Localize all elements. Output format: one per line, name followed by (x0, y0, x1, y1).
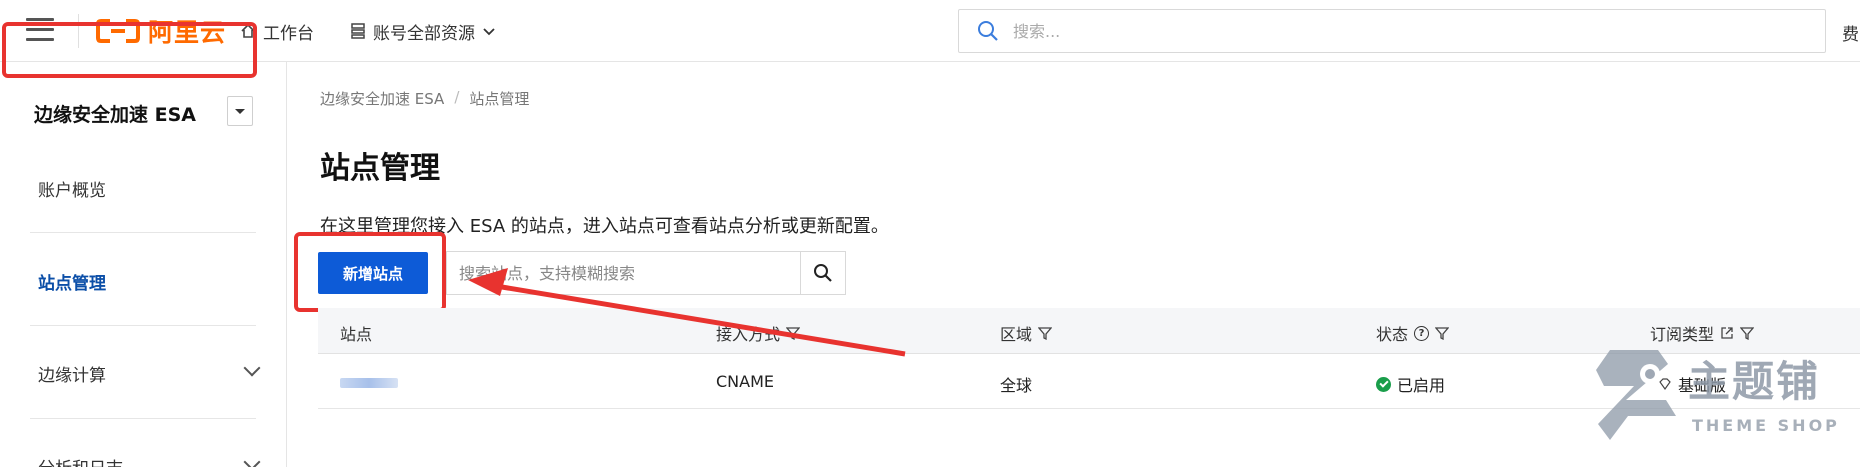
product-selector-highlight (2, 22, 257, 78)
column-header-label: 站点 (340, 325, 373, 344)
column-header-region: 区域 (1000, 321, 1053, 345)
sidebar-item-sites[interactable]: 站点管理 (38, 269, 106, 294)
site-search-button[interactable] (800, 251, 846, 295)
search-icon (814, 264, 832, 282)
top-bar: 阿里云 工作台 账号全部资源 费 (0, 0, 1860, 62)
nav-resources-label: 账号全部资源 (373, 23, 475, 44)
product-name[interactable]: 边缘安全加速 ESA (34, 100, 196, 127)
column-header-site: 站点 (340, 321, 372, 345)
column-header-access: 接入方式 (716, 321, 801, 345)
theme-shop-logo-icon (1596, 350, 1676, 440)
sidebar-divider (30, 232, 256, 233)
sidebar-item-analytics-logs[interactable]: 分析和日志 (38, 454, 123, 467)
watermark-logo: 主题铺 THEME SHOP (1588, 336, 1860, 456)
site-search-input[interactable] (459, 263, 789, 283)
nav-workbench-label: 工作台 (263, 23, 314, 44)
add-site-button[interactable]: 新增站点 (318, 252, 428, 294)
column-header-label: 状态 (1376, 325, 1409, 344)
sidebar-item-edge-compute[interactable]: 边缘计算 (38, 361, 106, 386)
watermark-subtitle: THEME SHOP (1692, 416, 1840, 435)
check-circle-icon (1376, 376, 1391, 392)
product-dropdown-button[interactable] (227, 96, 253, 126)
cell-text: 全球 (1000, 376, 1033, 395)
sidebar-divider (30, 418, 256, 419)
sidebar-item-overview[interactable]: 账户概览 (38, 176, 106, 201)
resource-stack-icon (351, 23, 365, 39)
watermark-title: 主题铺 (1688, 357, 1821, 406)
site-search[interactable] (446, 251, 800, 295)
column-header-label: 区域 (1000, 325, 1033, 344)
nav-resources[interactable]: 账号全部资源 (350, 17, 496, 45)
sidebar-divider (30, 325, 256, 326)
cell-text: 已启用 (1397, 376, 1446, 395)
page-title: 站点管理 (320, 151, 440, 186)
chevron-down-icon (483, 28, 495, 36)
breadcrumb-separator: / (454, 88, 460, 106)
cell-text: CNAME (716, 372, 774, 391)
filter-icon[interactable] (786, 326, 801, 340)
column-header-status: 状态 ? (1376, 321, 1450, 345)
column-header-label: 接入方式 (716, 325, 781, 344)
global-search-input[interactable] (1013, 21, 1773, 41)
site-name-redacted[interactable] (340, 378, 398, 388)
filter-icon[interactable] (1038, 326, 1053, 340)
caret-down-icon (235, 108, 245, 114)
help-icon[interactable]: ? (1414, 325, 1430, 341)
breadcrumb-item-current: 站点管理 (469, 90, 530, 108)
search-icon (978, 21, 998, 41)
breadcrumb-item-product[interactable]: 边缘安全加速 ESA (320, 88, 444, 109)
breadcrumb: 边缘安全加速 ESA / 站点管理 (320, 88, 529, 109)
cell-access: CNAME (716, 372, 774, 391)
topbar-cut-text[interactable]: 费 (1842, 20, 1859, 45)
page: 阿里云 工作台 账号全部资源 费 (0, 0, 1860, 467)
cell-region: 全球 (1000, 372, 1032, 396)
global-search[interactable] (958, 9, 1826, 53)
filter-icon[interactable] (1435, 326, 1450, 340)
cell-status: 已启用 (1376, 372, 1445, 396)
